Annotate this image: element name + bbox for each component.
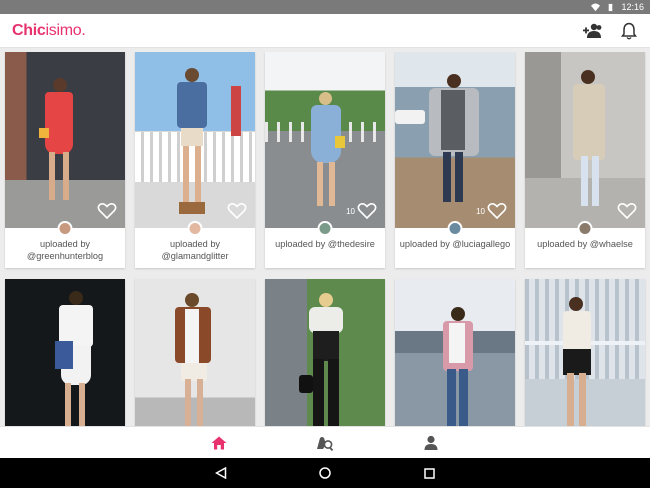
like-button[interactable] [95, 202, 117, 220]
notifications-button[interactable] [618, 20, 640, 42]
system-navigation-bar [0, 458, 650, 488]
add-people-icon [583, 23, 602, 38]
look-photo[interactable]: 10 [395, 52, 515, 228]
heart-icon [97, 203, 117, 220]
look-card[interactable] [395, 279, 515, 426]
heart-icon [357, 203, 377, 220]
back-icon [215, 467, 227, 479]
add-friends-button[interactable] [582, 20, 604, 42]
nav-search[interactable] [314, 432, 336, 454]
nav-profile[interactable] [420, 432, 442, 454]
uploader-avatar[interactable] [187, 221, 203, 236]
like-button[interactable]: 10 [346, 202, 377, 220]
look-card[interactable] [135, 279, 255, 426]
wifi-icon [591, 2, 601, 11]
look-card[interactable] [265, 279, 385, 426]
app-bar: Chicisimo. [0, 14, 650, 48]
status-time: 12:16 [621, 2, 644, 12]
like-button[interactable]: 10 [476, 202, 507, 220]
app-logo[interactable]: Chicisimo. [12, 22, 86, 40]
home-circle-icon [319, 467, 331, 479]
profile-icon [424, 435, 438, 450]
look-card[interactable]: uploaded by @whaelse [525, 52, 645, 268]
system-home-button[interactable] [314, 462, 336, 484]
uploader-avatar[interactable] [577, 221, 593, 236]
bottom-navigation [0, 426, 650, 458]
like-button[interactable] [225, 202, 247, 220]
uploader-avatar[interactable] [447, 221, 463, 236]
look-photo[interactable] [395, 279, 515, 426]
look-card[interactable]: uploaded by @glamandglitter [135, 52, 255, 268]
look-photo[interactable] [135, 279, 255, 426]
look-photo[interactable] [265, 279, 385, 426]
uploader-avatar[interactable] [57, 221, 73, 236]
battery-icon [609, 3, 613, 11]
recents-icon [423, 467, 435, 479]
home-icon [211, 436, 227, 449]
heart-icon [227, 203, 247, 220]
search-icon [317, 436, 334, 451]
bell-icon [621, 22, 637, 40]
look-card[interactable] [525, 279, 645, 426]
heart-icon [487, 203, 507, 220]
look-photo[interactable] [5, 279, 125, 426]
look-photo[interactable] [5, 52, 125, 228]
look-card[interactable]: uploaded by @greenhunterblog [5, 52, 125, 268]
look-card[interactable]: 10 uploaded by @thedesire [265, 52, 385, 268]
look-photo[interactable]: 10 [265, 52, 385, 228]
photo-grid: uploaded by @greenhunterblog uploaded by… [4, 52, 648, 426]
look-card[interactable]: 10 uploaded by @luciagallego [395, 52, 515, 268]
status-bar: 12:16 [0, 0, 650, 14]
heart-icon [617, 203, 637, 220]
look-photo[interactable] [135, 52, 255, 228]
look-photo[interactable] [525, 279, 645, 426]
system-recents-button[interactable] [418, 462, 440, 484]
uploader-avatar[interactable] [317, 221, 333, 236]
nav-home[interactable] [208, 432, 230, 454]
look-photo[interactable] [525, 52, 645, 228]
look-card[interactable] [5, 279, 125, 426]
like-button[interactable] [615, 202, 637, 220]
system-back-button[interactable] [210, 462, 232, 484]
